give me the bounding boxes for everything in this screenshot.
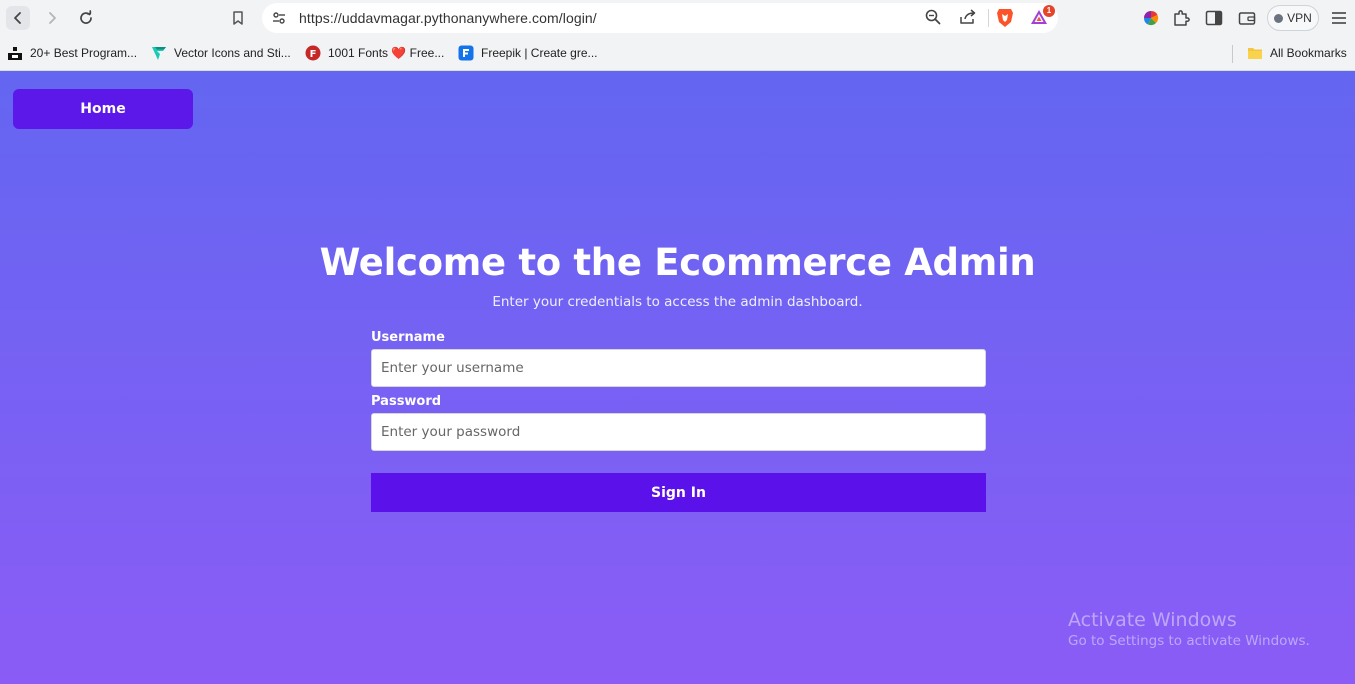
site-info-icon[interactable] bbox=[268, 7, 290, 29]
zoom-button[interactable] bbox=[924, 8, 944, 28]
page-title: Welcome to the Ecommerce Admin bbox=[319, 241, 1036, 284]
bookmark-item[interactable]: F 1001 Fonts ❤️ Free... bbox=[305, 44, 444, 62]
page-subtitle: Enter your credentials to access the adm… bbox=[492, 294, 863, 310]
bookmarks-divider bbox=[1232, 45, 1233, 63]
sidebar-toggle-button[interactable] bbox=[1203, 7, 1225, 29]
flaticon-icon bbox=[151, 45, 167, 61]
hamburger-menu-icon bbox=[1332, 12, 1346, 24]
svg-text:F: F bbox=[310, 49, 317, 60]
all-bookmarks-button[interactable]: All Bookmarks bbox=[1247, 44, 1347, 62]
rewards-badge: 1 bbox=[1043, 5, 1055, 17]
folder-icon bbox=[1247, 45, 1263, 61]
wallet-icon bbox=[1238, 12, 1256, 25]
activate-windows-hint: Go to Settings to activate Windows. bbox=[1068, 633, 1310, 649]
puzzle-icon bbox=[1174, 10, 1190, 26]
zoom-icon bbox=[925, 9, 941, 25]
home-button[interactable]: Home bbox=[13, 89, 193, 129]
reload-button[interactable] bbox=[74, 6, 98, 30]
bookmark-item[interactable]: Freepik | Create gre... bbox=[458, 44, 598, 62]
password-label: Password bbox=[371, 394, 442, 409]
address-bar[interactable]: https://uddavmagar.pythonanywhere.com/lo… bbox=[262, 3, 1058, 33]
wallet-button[interactable] bbox=[1236, 7, 1258, 29]
bookmark-icon bbox=[233, 11, 243, 25]
sign-in-button[interactable]: Sign In bbox=[371, 473, 986, 512]
brave-rewards-button[interactable]: 1 bbox=[1029, 5, 1055, 28]
color-wheel-icon bbox=[1143, 10, 1159, 26]
password-input[interactable] bbox=[371, 413, 986, 451]
sidebar-icon bbox=[1205, 10, 1223, 26]
forward-button[interactable] bbox=[40, 6, 64, 30]
vpn-label: VPN bbox=[1287, 11, 1312, 25]
username-label: Username bbox=[371, 330, 445, 345]
vpn-button[interactable]: VPN bbox=[1267, 5, 1319, 31]
chevron-right-icon bbox=[49, 12, 56, 24]
stack-icon bbox=[7, 45, 23, 61]
fonts-icon: F bbox=[305, 45, 321, 61]
color-extension-button[interactable] bbox=[1140, 7, 1162, 29]
login-form: Username Password Sign In bbox=[371, 329, 986, 512]
bookmark-item[interactable]: 20+ Best Program... bbox=[7, 44, 137, 62]
share-icon bbox=[960, 9, 976, 24]
reload-icon bbox=[80, 10, 92, 24]
browser-toolbar: https://uddavmagar.pythonanywhere.com/lo… bbox=[0, 0, 1355, 36]
chevron-left-icon bbox=[14, 12, 21, 24]
freepik-icon bbox=[458, 45, 474, 61]
bookmark-item[interactable]: Vector Icons and Sti... bbox=[151, 44, 291, 62]
brave-lion-icon bbox=[997, 9, 1013, 27]
extensions-button[interactable] bbox=[1170, 7, 1192, 29]
main-menu-button[interactable] bbox=[1328, 7, 1350, 29]
vpn-status-icon bbox=[1274, 13, 1284, 23]
activate-windows-watermark: Activate Windows Go to Settings to activ… bbox=[1068, 609, 1310, 649]
back-button[interactable] bbox=[6, 6, 30, 30]
username-input[interactable] bbox=[371, 349, 986, 387]
activate-windows-title: Activate Windows bbox=[1068, 609, 1237, 631]
login-page: Home Welcome to the Ecommerce Admin Ente… bbox=[0, 71, 1355, 684]
brave-shields-button[interactable] bbox=[995, 7, 1015, 29]
share-button[interactable] bbox=[958, 8, 978, 28]
bookmark-page-button[interactable] bbox=[226, 6, 250, 30]
url-separator bbox=[988, 9, 989, 27]
url-text[interactable]: https://uddavmagar.pythonanywhere.com/lo… bbox=[299, 10, 597, 26]
bookmarks-bar: 20+ Best Program... Vector Icons and Sti… bbox=[0, 36, 1355, 71]
